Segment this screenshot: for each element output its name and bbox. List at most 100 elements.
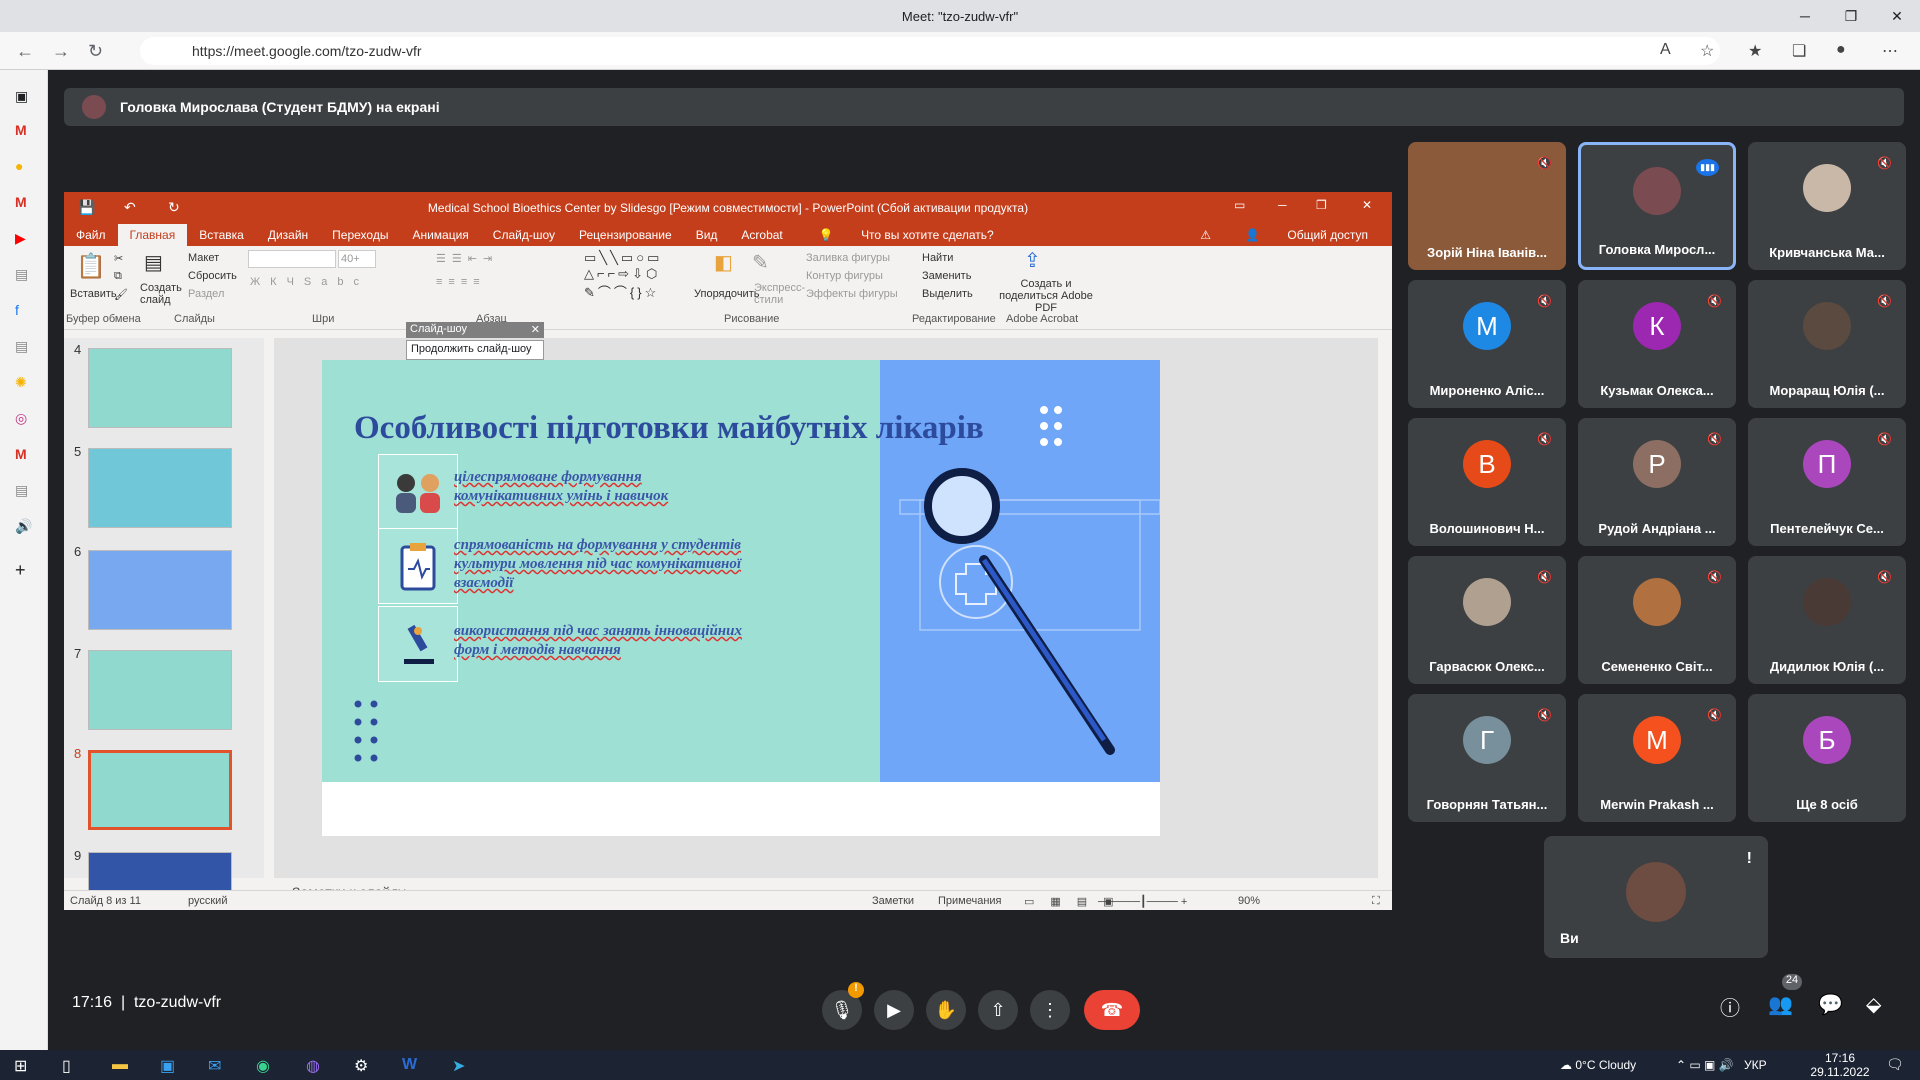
participant-tile[interactable]: ▮▮▮ Головка Миросл... <box>1578 142 1736 270</box>
settings-icon[interactable]: ⚙ <box>354 1056 368 1076</box>
profile-icon[interactable]: ● <box>1836 41 1846 59</box>
bullet-3[interactable]: використання під час занять інноваційних… <box>454 622 744 660</box>
section-button[interactable]: Раздел <box>188 288 224 300</box>
restore-icon[interactable]: ❐ <box>1828 0 1874 32</box>
new-slide-button[interactable]: Создать слайд <box>140 282 186 306</box>
bullet-1[interactable]: цілеспрямоване формування комунікативних… <box>454 468 744 506</box>
ribbon-display-icon[interactable]: ▭ <box>1234 198 1245 212</box>
more-options-button[interactable]: ⋮ <box>1030 990 1070 1030</box>
shape-effects-button[interactable]: Эффекты фигуры <box>806 288 898 300</box>
participant-tile[interactable]: Г 🔇 Говорнян Татьян... <box>1408 694 1566 822</box>
notes-toggle[interactable]: Заметки <box>872 895 914 907</box>
font-format-buttons[interactable]: ЖКЧSabc <box>250 276 369 288</box>
participant-tile[interactable]: П 🔇 Пентелейчук Се... <box>1748 418 1906 546</box>
cut-icon[interactable]: ✂ <box>114 252 123 265</box>
gmail-icon[interactable]: M <box>15 446 27 462</box>
viber-icon[interactable]: ◍ <box>306 1056 320 1076</box>
shape-outline-button[interactable]: Контур фигуры <box>806 270 883 282</box>
gmail-icon[interactable]: M <box>15 122 27 138</box>
self-view-tile[interactable]: ! Ви <box>1544 836 1768 958</box>
word-icon[interactable]: W <box>402 1056 417 1074</box>
tab-transitions[interactable]: Переходы <box>320 228 400 246</box>
start-icon[interactable]: ⊞ <box>14 1056 27 1076</box>
tab-design[interactable]: Дизайн <box>256 228 320 246</box>
continue-slideshow-button[interactable]: Продолжить слайд-шоу <box>406 340 544 360</box>
favorite-icon[interactable]: ☆ <box>1700 41 1714 61</box>
raise-hand-button[interactable]: ✋ <box>926 990 966 1030</box>
slide-title[interactable]: Особливості підготовки майбутніх лікарів <box>354 410 984 447</box>
activities-icon[interactable]: ⬙ <box>1866 992 1881 1017</box>
font-size-box[interactable]: 40+ <box>338 250 376 268</box>
participant-tile[interactable]: 🔇 Мораращ Юлія (... <box>1748 280 1906 408</box>
participant-tile[interactable]: 🔇 Гарвасюк Олекс... <box>1408 556 1566 684</box>
url-field[interactable]: https://meet.google.com/tzo-zudw-vfr <box>140 37 1720 65</box>
reload-icon[interactable]: ↻ <box>88 41 103 62</box>
participant-tile[interactable]: 🔇 Дидилюк Юлія (... <box>1748 556 1906 684</box>
slide-thumbnail[interactable] <box>88 448 232 528</box>
tab-home[interactable]: Главная <box>117 224 188 246</box>
reset-button[interactable]: Сбросить <box>188 270 237 282</box>
list-icons[interactable]: ☰☰⇤⇥ <box>436 252 498 265</box>
collections-icon[interactable]: ❏ <box>1792 41 1806 61</box>
save-icon[interactable]: 💾 <box>78 199 95 216</box>
slide-thumbnail[interactable] <box>88 550 232 630</box>
new-slide-icon[interactable]: ▤ <box>144 250 163 275</box>
layout-button[interactable]: Макет <box>188 252 219 264</box>
tray-icons[interactable]: ⌃ ▭ ▣ 🔊 <box>1676 1058 1734 1072</box>
arrange-button[interactable]: Упорядочить <box>694 288 759 300</box>
quick-styles-button[interactable]: Экспресс-стили <box>754 282 805 306</box>
slide-thumbnail-selected[interactable] <box>88 750 232 830</box>
weather-widget[interactable]: ☁ 0°C Cloudy <box>1560 1058 1636 1072</box>
notifications-icon[interactable]: 🗨 <box>1886 1056 1904 1073</box>
participant-tile[interactable]: В 🔇 Волошинович Н... <box>1408 418 1566 546</box>
app-icon[interactable]: ▤ <box>15 266 28 283</box>
close-icon[interactable]: ✕ <box>1874 0 1920 32</box>
find-button[interactable]: Найти <box>922 252 953 264</box>
slide-thumbnail[interactable] <box>88 650 232 730</box>
participant-tile[interactable]: 🔇 Кривчанська Ма... <box>1748 142 1906 270</box>
input-language[interactable]: УКР <box>1744 1058 1767 1072</box>
comments-toggle[interactable]: Примечания <box>938 895 1002 907</box>
zoom-slider[interactable]: ─ ────┃──── + <box>1098 895 1187 908</box>
speaker-icon[interactable]: 🔊 <box>15 518 32 535</box>
zoom-level[interactable]: 90% <box>1238 895 1260 907</box>
participant-tile[interactable]: 🔇 Зорій Ніна Іванів... <box>1408 142 1566 270</box>
ppt-minimize-icon[interactable]: ─ <box>1278 198 1287 212</box>
mail-icon[interactable]: ✉ <box>208 1056 221 1076</box>
people-icon[interactable]: 👥 <box>1768 992 1793 1017</box>
back-icon[interactable]: ← <box>16 41 34 62</box>
participant-tile[interactable]: M 🔇 Merwin Prakash ... <box>1578 694 1736 822</box>
select-button[interactable]: Выделить <box>922 288 973 300</box>
present-button[interactable]: ⇧ <box>978 990 1018 1030</box>
align-icons[interactable]: ≡≡≡≡ <box>436 276 486 288</box>
tell-me-field[interactable]: 💡 Что вы хотите сделать? <box>795 228 1018 246</box>
app-icon[interactable]: ✺ <box>15 374 27 391</box>
paste-button[interactable]: Вставить <box>70 288 117 300</box>
youtube-icon[interactable]: ▶ <box>15 230 26 247</box>
minimize-icon[interactable]: ─ <box>1782 0 1828 32</box>
participant-tile[interactable]: М 🔇 Мироненко Аліс... <box>1408 280 1566 408</box>
tab-file[interactable]: Файл <box>64 228 118 246</box>
participant-tile[interactable]: Р 🔇 Рудой Андріана ... <box>1578 418 1736 546</box>
format-painter-icon[interactable]: 🖌 <box>114 288 128 301</box>
ppt-close-icon[interactable]: ✕ <box>1362 198 1372 212</box>
tab-slideshow[interactable]: Слайд-шоу <box>481 228 567 246</box>
language-status[interactable]: русский <box>188 895 227 907</box>
chat-icon[interactable]: 💬 <box>1818 992 1843 1017</box>
arrange-icon[interactable]: ◧ <box>714 250 733 275</box>
tab-view[interactable]: Вид <box>684 228 730 246</box>
app-icon[interactable]: ● <box>15 158 23 174</box>
tab-acrobat[interactable]: Acrobat <box>729 228 794 246</box>
instagram-icon[interactable]: ◎ <box>15 410 27 427</box>
pdf-share-icon[interactable]: ⇪ <box>1024 248 1041 273</box>
participant-tile[interactable]: 🔇 Семененко Світ... <box>1578 556 1736 684</box>
share-button[interactable]: ⚠ 👤 Общий доступ <box>1176 228 1392 246</box>
more-icon[interactable]: ⋯ <box>1882 41 1898 61</box>
add-icon[interactable]: + <box>15 560 26 581</box>
file-explorer-icon[interactable]: ▬ <box>112 1056 128 1074</box>
edge-icon[interactable]: ◉ <box>256 1056 270 1076</box>
read-aloud-icon[interactable]: A <box>1660 41 1671 59</box>
slide-thumbnail[interactable] <box>88 348 232 428</box>
shape-fill-button[interactable]: Заливка фигуры <box>806 252 890 264</box>
favorites-icon[interactable]: ★ <box>1748 41 1762 61</box>
